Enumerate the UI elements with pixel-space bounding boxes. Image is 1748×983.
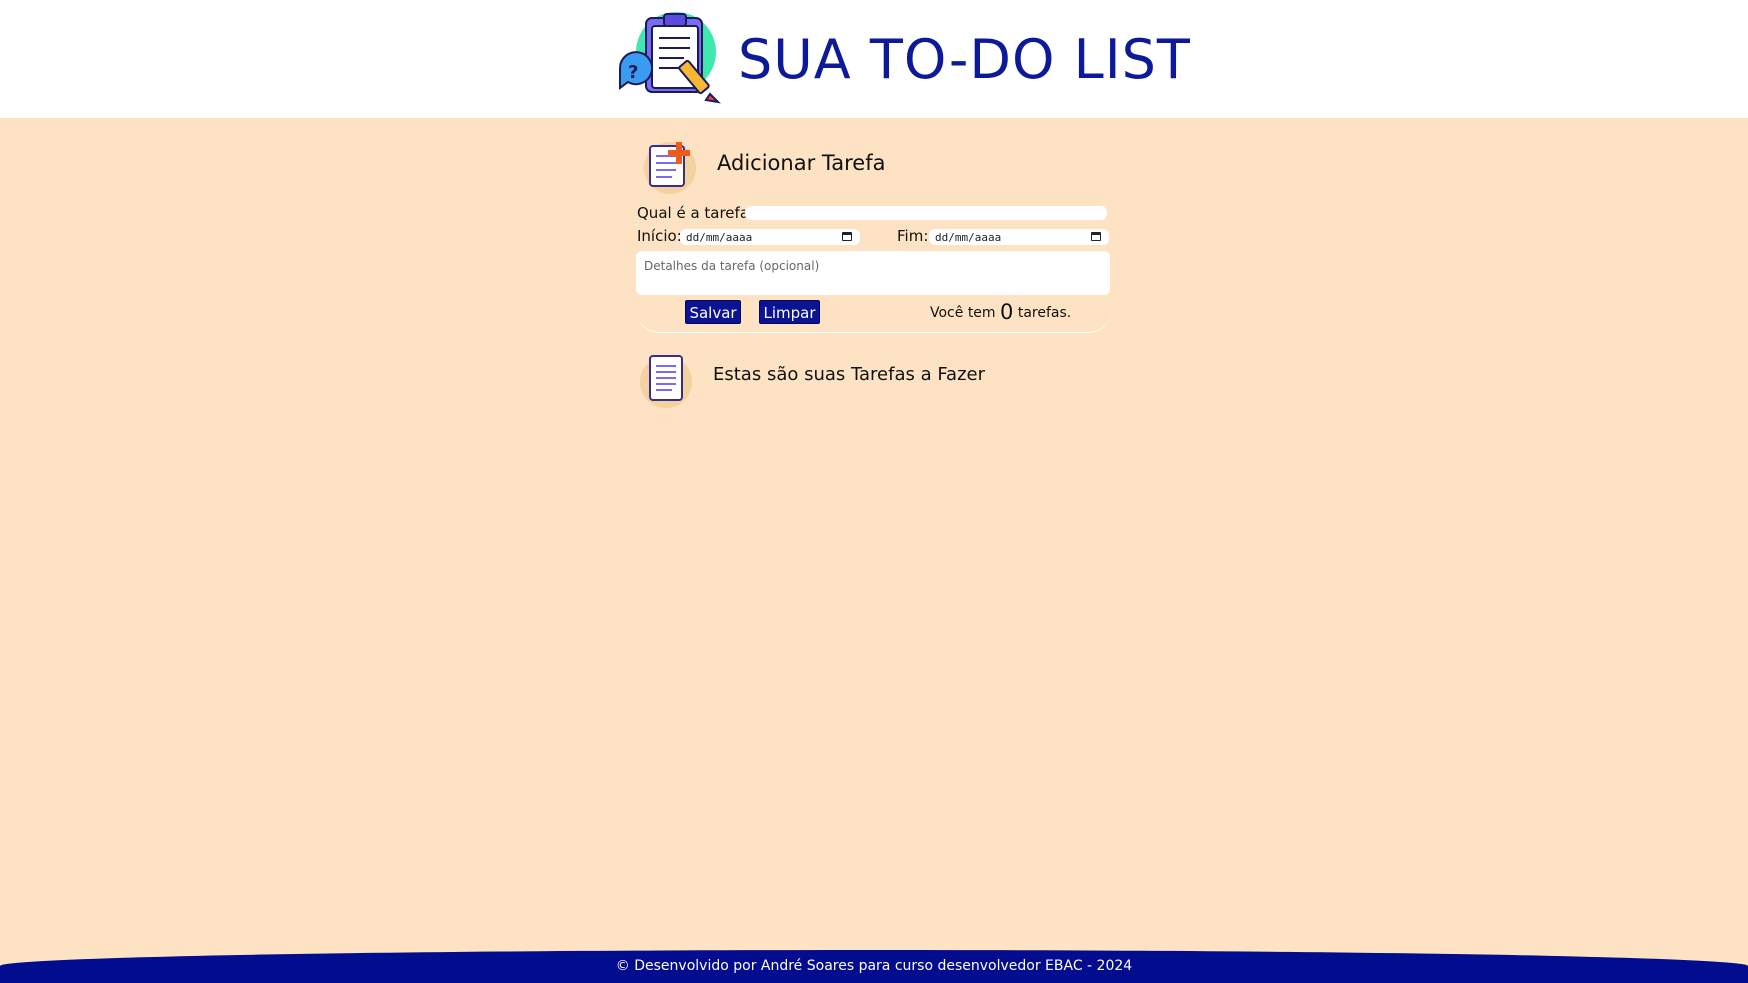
task-list-icon xyxy=(640,355,692,408)
clipboard-logo-icon: ? xyxy=(619,12,721,104)
app-title: SUA TO-DO LIST xyxy=(738,28,1191,91)
end-date-input[interactable]: dd/mm/aaaa xyxy=(929,229,1109,245)
add-task-title: Adicionar Tarefa xyxy=(717,151,886,175)
task-label: Qual é a tarefa? xyxy=(637,204,757,222)
end-date-placeholder: dd/mm/aaaa xyxy=(935,231,1002,244)
calendar-icon[interactable] xyxy=(842,232,852,241)
start-label: Início: xyxy=(637,227,682,245)
footer-credits: © Desenvolvido por André Soares para cur… xyxy=(615,958,1133,974)
start-date-input[interactable]: dd/mm/aaaa xyxy=(680,229,860,245)
add-task-icon xyxy=(644,142,696,194)
details-textarea[interactable]: Detalhes da tarefa (opcional) xyxy=(636,251,1110,295)
calendar-icon[interactable] xyxy=(1091,232,1101,241)
clear-button[interactable]: Limpar xyxy=(759,300,820,324)
save-button[interactable]: Salvar xyxy=(685,300,741,324)
end-label: Fim: xyxy=(897,227,929,245)
counter-suffix: tarefas. xyxy=(1017,305,1072,321)
task-input[interactable] xyxy=(745,206,1107,220)
svg-text:?: ? xyxy=(628,62,638,83)
footer: © Desenvolvido por André Soares para cur… xyxy=(0,950,1748,983)
task-list-title: Estas são suas Tarefas a Fazer xyxy=(713,364,985,385)
counter-prefix: Você tem xyxy=(930,305,996,321)
header: ? SUA TO-DO LIST xyxy=(0,0,1748,118)
task-counter: Você tem 0 tarefas. xyxy=(930,300,1071,324)
task-count: 0 xyxy=(1000,300,1014,324)
start-date-placeholder: dd/mm/aaaa xyxy=(686,231,753,244)
